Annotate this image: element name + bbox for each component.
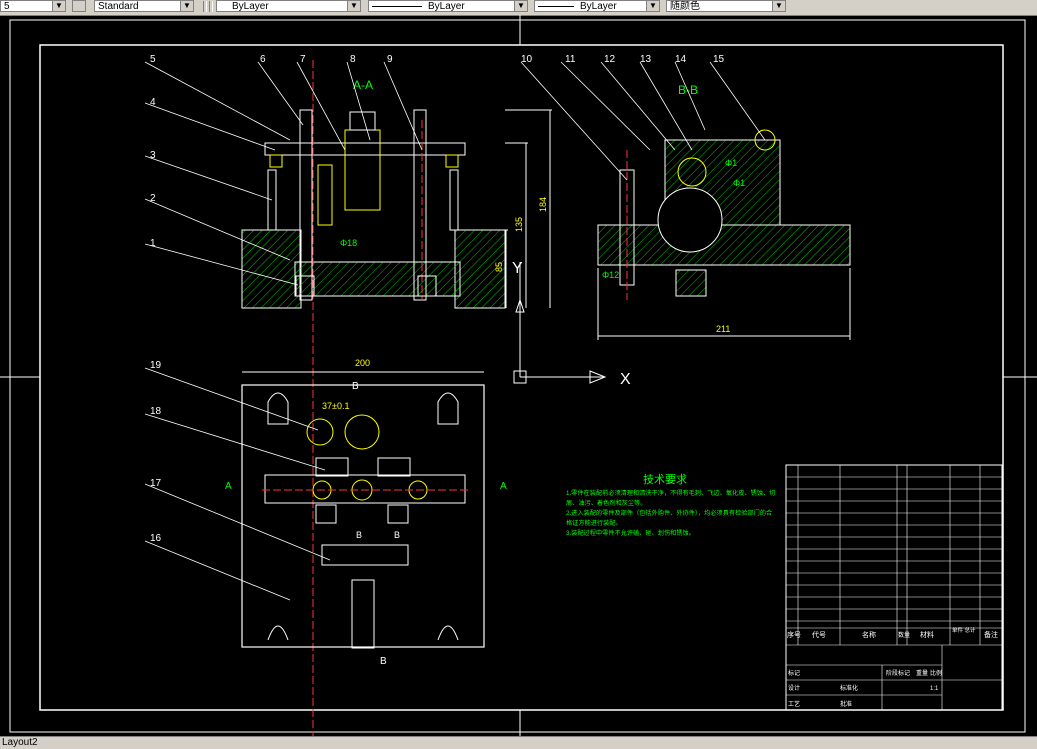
balloon-11: 11: [565, 54, 576, 65]
linetype-preview: [372, 5, 422, 7]
hdr-no: 序号: [787, 630, 801, 639]
balloon-3: 3: [150, 150, 156, 161]
lineweight-combo[interactable]: ByLayer ▼: [534, 0, 660, 12]
section-mark-b: B: [380, 656, 387, 667]
balloon-13: 13: [640, 54, 652, 65]
hdr-weight: 单件 总计: [952, 626, 976, 634]
layout-tab[interactable]: Layout2: [2, 737, 38, 749]
tb-approve: 批准: [840, 700, 852, 708]
dim-phi: Φ12: [602, 270, 619, 280]
dim-200: 200: [355, 358, 370, 368]
dim-85: 85: [494, 262, 504, 272]
balloon-19: 19: [150, 360, 162, 371]
ucs-x-label: X: [620, 371, 631, 388]
color-combo[interactable]: 随颜色 ▼: [666, 0, 786, 12]
layer-combo[interactable]: ByLayer ▼: [216, 0, 361, 12]
bb-bore: [657, 187, 723, 253]
dim-phi: Φ1: [733, 178, 745, 188]
dim-phi: Φ18: [340, 238, 357, 248]
balloon-17: 17: [150, 478, 162, 489]
text-style-value: Standard: [98, 1, 139, 12]
section-mark-a: A: [500, 481, 507, 492]
tech-title: 技术要求: [643, 473, 687, 486]
section-mark-b: B: [394, 530, 400, 540]
section-mark-b: B: [356, 530, 362, 540]
balloon-7: 7: [300, 54, 306, 65]
tb-scale-value: 1:1: [930, 686, 939, 692]
linetype-value: ByLayer: [428, 1, 465, 12]
chevron-down-icon[interactable]: ▼: [347, 1, 360, 11]
tech-line: 2.进入装配的零件及部件（包括外购件、外协件），均必须具有检验部门的合: [566, 509, 772, 517]
layout-tabs-bar: Layout2: [0, 736, 1037, 749]
dim-37: 37±0.1: [322, 401, 349, 411]
chevron-down-icon[interactable]: ▼: [646, 1, 659, 11]
color-value: 随颜色: [670, 1, 700, 12]
tech-line: 1.零件在装配前必须清理和清洗干净，不得有毛刺、飞边、氧化皮、锈蚀、切: [566, 489, 775, 497]
tb-mark: 标记: [788, 669, 800, 677]
balloon-2: 2: [150, 193, 156, 204]
balloon-15: 15: [713, 54, 725, 65]
hdr-note: 备注: [984, 630, 998, 639]
tb-designer: 设计: [788, 684, 800, 692]
dim-style-combo[interactable]: 5 ▼: [0, 0, 66, 12]
base-left-block: [241, 229, 302, 309]
balloon-4: 4: [150, 97, 156, 108]
bb-foot: [675, 269, 707, 297]
bb-base: [597, 224, 851, 266]
balloon-16: 16: [150, 533, 162, 544]
balloon-18: 18: [150, 406, 162, 417]
ucs-y-label: Y: [512, 260, 523, 277]
balloon-5: 5: [150, 54, 156, 65]
chevron-down-icon[interactable]: ▼: [52, 1, 65, 11]
section-bb-label: B-B: [678, 83, 698, 97]
text-style-combo[interactable]: Standard ▼: [94, 0, 194, 12]
balloon-1: 1: [150, 238, 156, 249]
balloon-6: 6: [260, 54, 266, 65]
section-mark-a: A: [225, 481, 232, 492]
hdr-name: 名称: [862, 630, 876, 639]
text-style-icon[interactable]: [72, 0, 86, 12]
dim-135: 135: [514, 217, 524, 232]
tb-stage: 阶段标记: [886, 669, 910, 677]
dim-184: 184: [538, 197, 548, 212]
toolbar-separator: [209, 1, 213, 12]
base-center: [294, 261, 461, 297]
dim-style-value: 5: [4, 1, 10, 12]
dim-phi: Φ1: [725, 158, 737, 168]
balloon-12: 12: [604, 54, 616, 65]
dim-211: 211: [716, 324, 730, 334]
layer-value: ByLayer: [232, 1, 269, 12]
tech-line: 3.装配过程中零件不允许磕、碰、划伤和锈蚀。: [566, 529, 695, 537]
tb-standard: 标准化: [840, 684, 858, 692]
section-aa-label: A-A: [353, 78, 373, 92]
hdr-code: 代号: [812, 630, 826, 639]
chevron-down-icon[interactable]: ▼: [180, 1, 193, 11]
chevron-down-icon[interactable]: ▼: [772, 1, 785, 11]
balloon-10: 10: [521, 54, 533, 65]
linetype-combo[interactable]: ByLayer ▼: [368, 0, 528, 12]
hdr-material: 材料: [920, 630, 934, 639]
lineweight-value: ByLayer: [580, 1, 617, 12]
properties-toolbar: 5 ▼ Standard ▼ ByLayer ▼ ByLayer ▼ ByLay…: [0, 0, 1037, 16]
tb-weight: 重量: [916, 669, 928, 677]
chevron-down-icon[interactable]: ▼: [514, 1, 527, 11]
tech-line: 屑、油污、着色剂和灰尘等。: [566, 499, 646, 507]
section-mark-b: B: [352, 381, 359, 392]
toolbar-separator: [203, 1, 207, 12]
balloon-9: 9: [387, 54, 393, 65]
tb-craft: 工艺: [788, 700, 800, 708]
balloon-14: 14: [675, 54, 687, 65]
tb-scale: 比例: [930, 669, 942, 677]
balloon-8: 8: [350, 54, 356, 65]
drawing-canvas[interactable]: A-A Φ18 85 135 184 B-B Φ1 Φ1 Φ12 211 200…: [0, 15, 1037, 736]
lineweight-preview: [538, 5, 574, 7]
tech-line: 格证方能进行装配。: [566, 519, 622, 527]
hdr-qty: 数量: [898, 631, 910, 639]
